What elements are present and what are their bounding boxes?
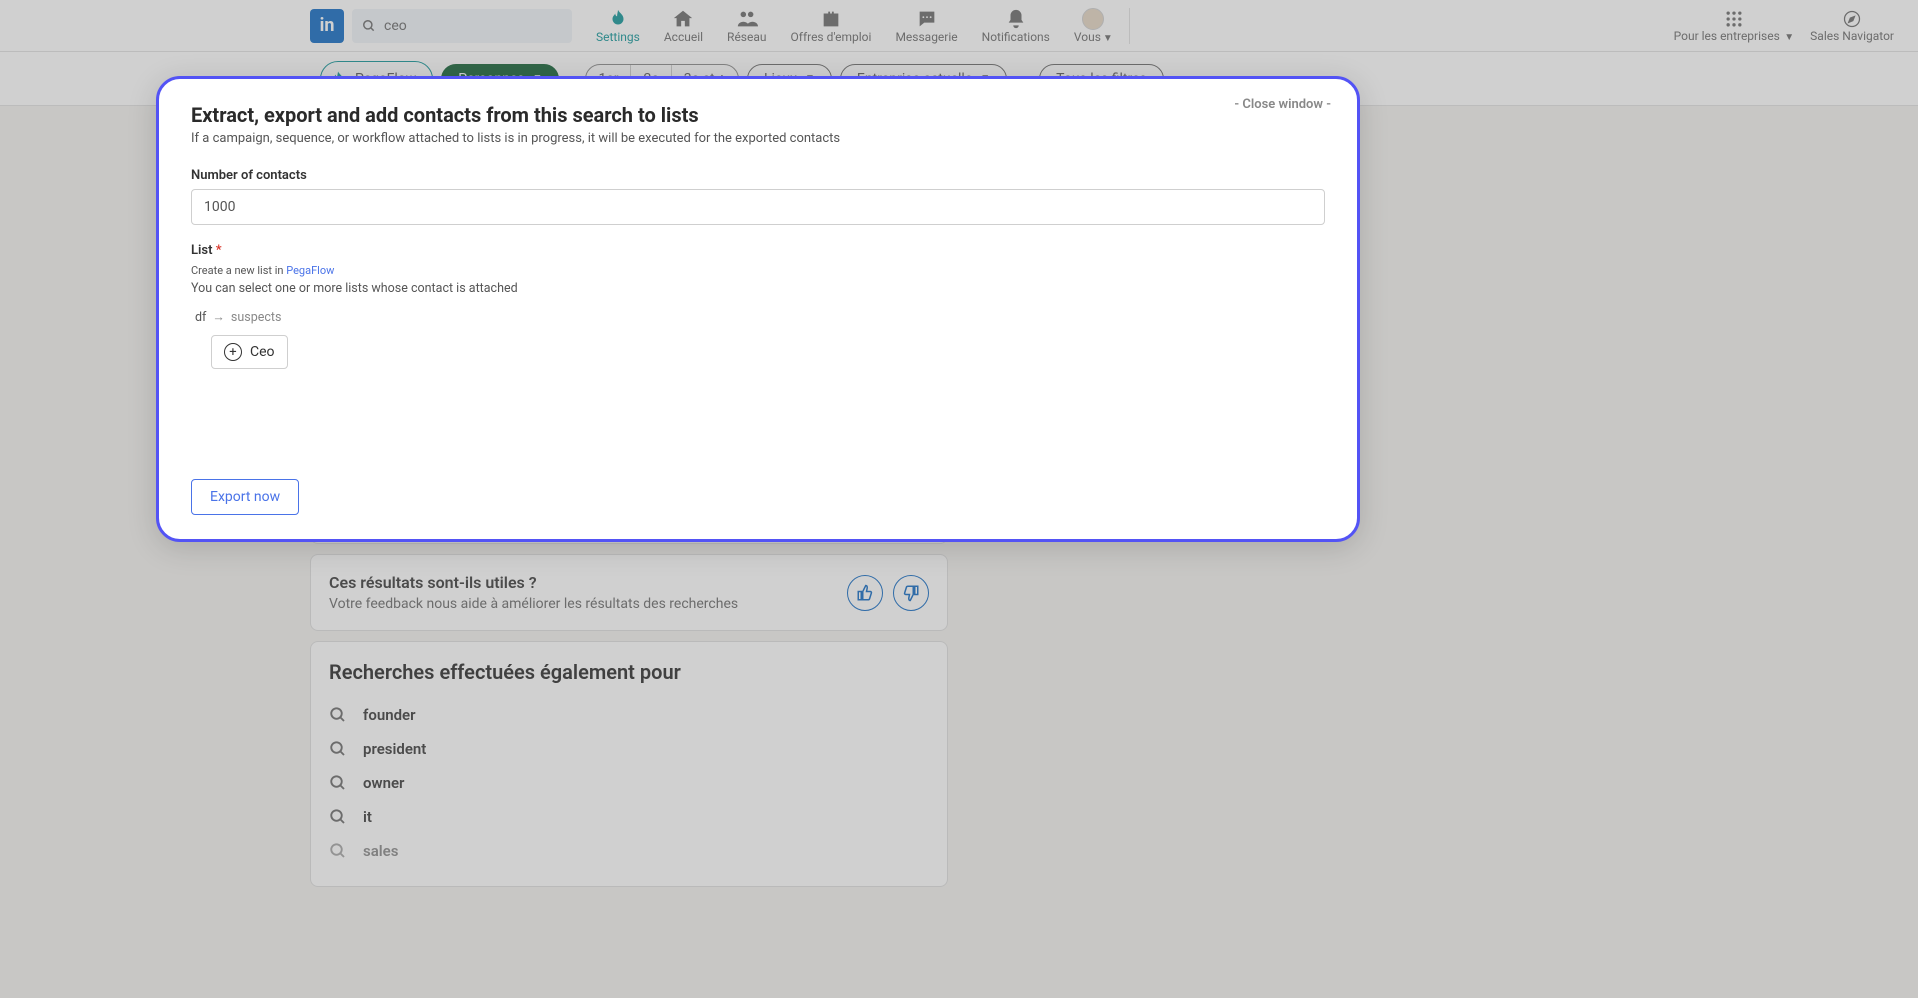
num-contacts-label: Number of contacts: [191, 168, 1325, 183]
list-path: df → suspects: [191, 310, 1325, 325]
create-list-hint: Create a new list in PegaFlow: [191, 264, 1325, 277]
modal-subtitle: If a campaign, sequence, or workflow att…: [191, 131, 1325, 146]
list-chip-ceo[interactable]: + Ceo: [211, 335, 288, 369]
plus-circle-icon: +: [224, 343, 242, 361]
list-help-text: You can select one or more lists whose c…: [191, 281, 1325, 296]
export-now-button[interactable]: Export now: [191, 479, 299, 515]
create-list-link[interactable]: PegaFlow: [286, 264, 334, 277]
list-path-df: df: [195, 310, 206, 325]
list-label: List *: [191, 243, 1325, 258]
required-asterisk: *: [216, 243, 222, 258]
modal-title: Extract, export and add contacts from th…: [191, 103, 1325, 127]
close-window-button[interactable]: - Close window -: [1234, 97, 1331, 112]
num-contacts-input[interactable]: [191, 189, 1325, 225]
export-modal: - Close window - Extract, export and add…: [156, 76, 1360, 542]
arrow-right-icon: →: [212, 310, 225, 325]
list-path-suspects: suspects: [231, 310, 282, 325]
